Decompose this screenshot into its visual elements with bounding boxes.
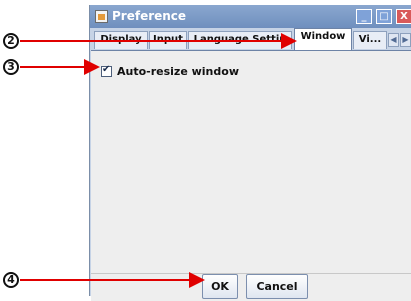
- callout-3: 3: [3, 59, 19, 75]
- callout-4: 4: [3, 272, 19, 288]
- callout-2: 2: [3, 33, 19, 49]
- annotation-overlay: [20, 33, 297, 288]
